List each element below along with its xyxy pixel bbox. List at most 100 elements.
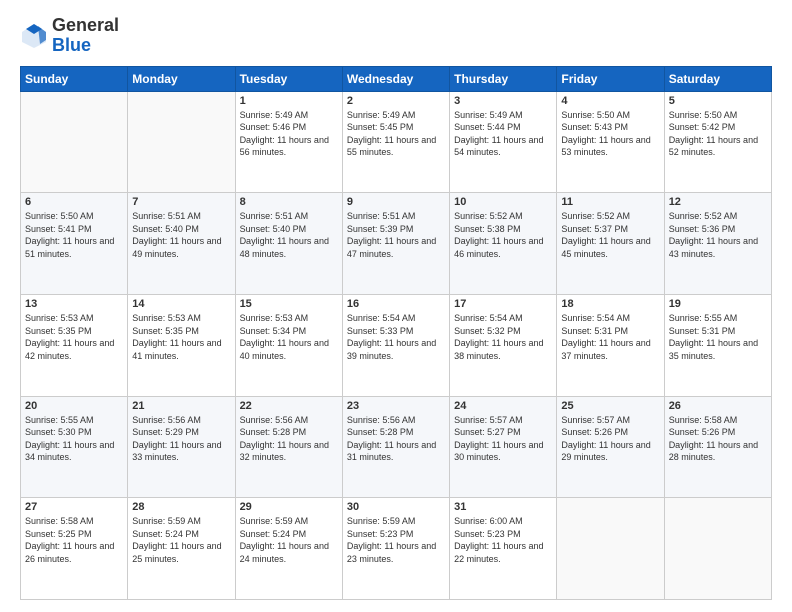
day-number: 23	[347, 400, 445, 412]
day-info: Sunrise: 5:56 AM Sunset: 5:28 PM Dayligh…	[347, 414, 445, 464]
day-info: Sunrise: 5:49 AM Sunset: 5:45 PM Dayligh…	[347, 109, 445, 159]
day-info: Sunrise: 5:57 AM Sunset: 5:27 PM Dayligh…	[454, 414, 552, 464]
calendar-week-row: 13Sunrise: 5:53 AM Sunset: 5:35 PM Dayli…	[21, 294, 772, 396]
calendar-day-31: 31Sunrise: 6:00 AM Sunset: 5:23 PM Dayli…	[450, 498, 557, 600]
day-number: 19	[669, 298, 767, 310]
calendar-day-12: 12 Sunrise: 5:52 AM Sunset: 5:36 PM Dayli…	[664, 193, 771, 295]
day-info: Sunrise: 5:54 AM Sunset: 5:31 PM Dayligh…	[561, 312, 659, 362]
day-info: Sunrise: 5:57 AM Sunset: 5:26 PM Dayligh…	[561, 414, 659, 464]
day-info: Sunrise: 5:59 AM Sunset: 5:24 PM Dayligh…	[240, 515, 338, 565]
day-number: 4	[561, 95, 659, 107]
day-info: Sunrise: 5:58 AM Sunset: 5:25 PM Dayligh…	[25, 515, 123, 565]
weekday-header-row: SundayMondayTuesdayWednesdayThursdayFrid…	[21, 66, 772, 91]
calendar-day-24: 24 Sunrise: 5:57 AM Sunset: 5:27 PM Dayli…	[450, 396, 557, 498]
day-info: Sunrise: 5:49 AM Sunset: 5:44 PM Dayligh…	[454, 109, 552, 159]
calendar-day-3: 3 Sunrise: 5:49 AM Sunset: 5:44 PM Daylig…	[450, 91, 557, 193]
day-number: 14	[132, 298, 230, 310]
calendar-day-4: 4 Sunrise: 5:50 AM Sunset: 5:43 PM Daylig…	[557, 91, 664, 193]
calendar-day-28: 28Sunrise: 5:59 AM Sunset: 5:24 PM Dayli…	[128, 498, 235, 600]
day-number: 30	[347, 501, 445, 513]
day-info: Sunrise: 5:52 AM Sunset: 5:36 PM Dayligh…	[669, 210, 767, 260]
day-info: Sunrise: 5:53 AM Sunset: 5:35 PM Dayligh…	[25, 312, 123, 362]
day-number: 10	[454, 196, 552, 208]
calendar-day-empty	[128, 91, 235, 193]
day-info: Sunrise: 5:49 AM Sunset: 5:46 PM Dayligh…	[240, 109, 338, 159]
day-number: 18	[561, 298, 659, 310]
calendar-day-7: 7 Sunrise: 5:51 AM Sunset: 5:40 PM Daylig…	[128, 193, 235, 295]
day-number: 7	[132, 196, 230, 208]
day-info: Sunrise: 5:52 AM Sunset: 5:38 PM Dayligh…	[454, 210, 552, 260]
weekday-header-saturday: Saturday	[664, 66, 771, 91]
day-number: 28	[132, 501, 230, 513]
page: General Blue SundayMondayTuesdayWednesda…	[0, 0, 792, 612]
day-info: Sunrise: 5:52 AM Sunset: 5:37 PM Dayligh…	[561, 210, 659, 260]
day-number: 2	[347, 95, 445, 107]
calendar-day-19: 19Sunrise: 5:55 AM Sunset: 5:31 PM Dayli…	[664, 294, 771, 396]
day-number: 29	[240, 501, 338, 513]
day-info: Sunrise: 5:51 AM Sunset: 5:39 PM Dayligh…	[347, 210, 445, 260]
day-info: Sunrise: 5:53 AM Sunset: 5:34 PM Dayligh…	[240, 312, 338, 362]
day-info: Sunrise: 5:53 AM Sunset: 5:35 PM Dayligh…	[132, 312, 230, 362]
day-info: Sunrise: 6:00 AM Sunset: 5:23 PM Dayligh…	[454, 515, 552, 565]
calendar-day-6: 6Sunrise: 5:50 AM Sunset: 5:41 PM Daylig…	[21, 193, 128, 295]
day-number: 9	[347, 196, 445, 208]
day-number: 22	[240, 400, 338, 412]
day-number: 5	[669, 95, 767, 107]
weekday-header-wednesday: Wednesday	[342, 66, 449, 91]
calendar-day-5: 5 Sunrise: 5:50 AM Sunset: 5:42 PM Daylig…	[664, 91, 771, 193]
calendar-day-13: 13Sunrise: 5:53 AM Sunset: 5:35 PM Dayli…	[21, 294, 128, 396]
weekday-header-thursday: Thursday	[450, 66, 557, 91]
calendar-week-row: 27 Sunrise: 5:58 AM Sunset: 5:25 PM Dayli…	[21, 498, 772, 600]
weekday-header-sunday: Sunday	[21, 66, 128, 91]
calendar-day-15: 15 Sunrise: 5:53 AM Sunset: 5:34 PM Dayli…	[235, 294, 342, 396]
day-info: Sunrise: 5:56 AM Sunset: 5:28 PM Dayligh…	[240, 414, 338, 464]
day-number: 24	[454, 400, 552, 412]
day-number: 25	[561, 400, 659, 412]
day-info: Sunrise: 5:50 AM Sunset: 5:42 PM Dayligh…	[669, 109, 767, 159]
calendar-day-empty	[664, 498, 771, 600]
calendar-day-21: 21Sunrise: 5:56 AM Sunset: 5:29 PM Dayli…	[128, 396, 235, 498]
calendar-day-29: 29 Sunrise: 5:59 AM Sunset: 5:24 PM Dayli…	[235, 498, 342, 600]
calendar-week-row: 6Sunrise: 5:50 AM Sunset: 5:41 PM Daylig…	[21, 193, 772, 295]
logo: General Blue	[20, 16, 119, 56]
day-info: Sunrise: 5:54 AM Sunset: 5:32 PM Dayligh…	[454, 312, 552, 362]
day-info: Sunrise: 5:50 AM Sunset: 5:43 PM Dayligh…	[561, 109, 659, 159]
day-info: Sunrise: 5:59 AM Sunset: 5:23 PM Dayligh…	[347, 515, 445, 565]
calendar-day-16: 16Sunrise: 5:54 AM Sunset: 5:33 PM Dayli…	[342, 294, 449, 396]
day-number: 6	[25, 196, 123, 208]
day-number: 27	[25, 501, 123, 513]
calendar-day-25: 25 Sunrise: 5:57 AM Sunset: 5:26 PM Dayli…	[557, 396, 664, 498]
day-number: 20	[25, 400, 123, 412]
calendar-day-empty	[21, 91, 128, 193]
weekday-header-tuesday: Tuesday	[235, 66, 342, 91]
calendar-day-11: 11Sunrise: 5:52 AM Sunset: 5:37 PM Dayli…	[557, 193, 664, 295]
calendar-day-23: 23 Sunrise: 5:56 AM Sunset: 5:28 PM Dayli…	[342, 396, 449, 498]
logo-text: General Blue	[52, 16, 119, 56]
weekday-header-monday: Monday	[128, 66, 235, 91]
calendar-day-9: 9 Sunrise: 5:51 AM Sunset: 5:39 PM Daylig…	[342, 193, 449, 295]
calendar-day-empty	[557, 498, 664, 600]
calendar-day-22: 22 Sunrise: 5:56 AM Sunset: 5:28 PM Dayli…	[235, 396, 342, 498]
day-info: Sunrise: 5:51 AM Sunset: 5:40 PM Dayligh…	[240, 210, 338, 260]
calendar-day-8: 8Sunrise: 5:51 AM Sunset: 5:40 PM Daylig…	[235, 193, 342, 295]
calendar-day-10: 10 Sunrise: 5:52 AM Sunset: 5:38 PM Dayli…	[450, 193, 557, 295]
header: General Blue	[20, 16, 772, 56]
day-number: 26	[669, 400, 767, 412]
logo-icon	[20, 22, 48, 50]
day-info: Sunrise: 5:56 AM Sunset: 5:29 PM Dayligh…	[132, 414, 230, 464]
calendar-week-row: 20 Sunrise: 5:55 AM Sunset: 5:30 PM Dayli…	[21, 396, 772, 498]
day-number: 3	[454, 95, 552, 107]
day-number: 12	[669, 196, 767, 208]
day-info: Sunrise: 5:51 AM Sunset: 5:40 PM Dayligh…	[132, 210, 230, 260]
day-info: Sunrise: 5:58 AM Sunset: 5:26 PM Dayligh…	[669, 414, 767, 464]
calendar-week-row: 1Sunrise: 5:49 AM Sunset: 5:46 PM Daylig…	[21, 91, 772, 193]
day-info: Sunrise: 5:55 AM Sunset: 5:30 PM Dayligh…	[25, 414, 123, 464]
calendar-day-26: 26 Sunrise: 5:58 AM Sunset: 5:26 PM Dayli…	[664, 396, 771, 498]
day-number: 15	[240, 298, 338, 310]
calendar-table: SundayMondayTuesdayWednesdayThursdayFrid…	[20, 66, 772, 600]
weekday-header-friday: Friday	[557, 66, 664, 91]
day-number: 17	[454, 298, 552, 310]
calendar-day-14: 14 Sunrise: 5:53 AM Sunset: 5:35 PM Dayli…	[128, 294, 235, 396]
calendar-day-27: 27 Sunrise: 5:58 AM Sunset: 5:25 PM Dayli…	[21, 498, 128, 600]
calendar-day-30: 30 Sunrise: 5:59 AM Sunset: 5:23 PM Dayli…	[342, 498, 449, 600]
